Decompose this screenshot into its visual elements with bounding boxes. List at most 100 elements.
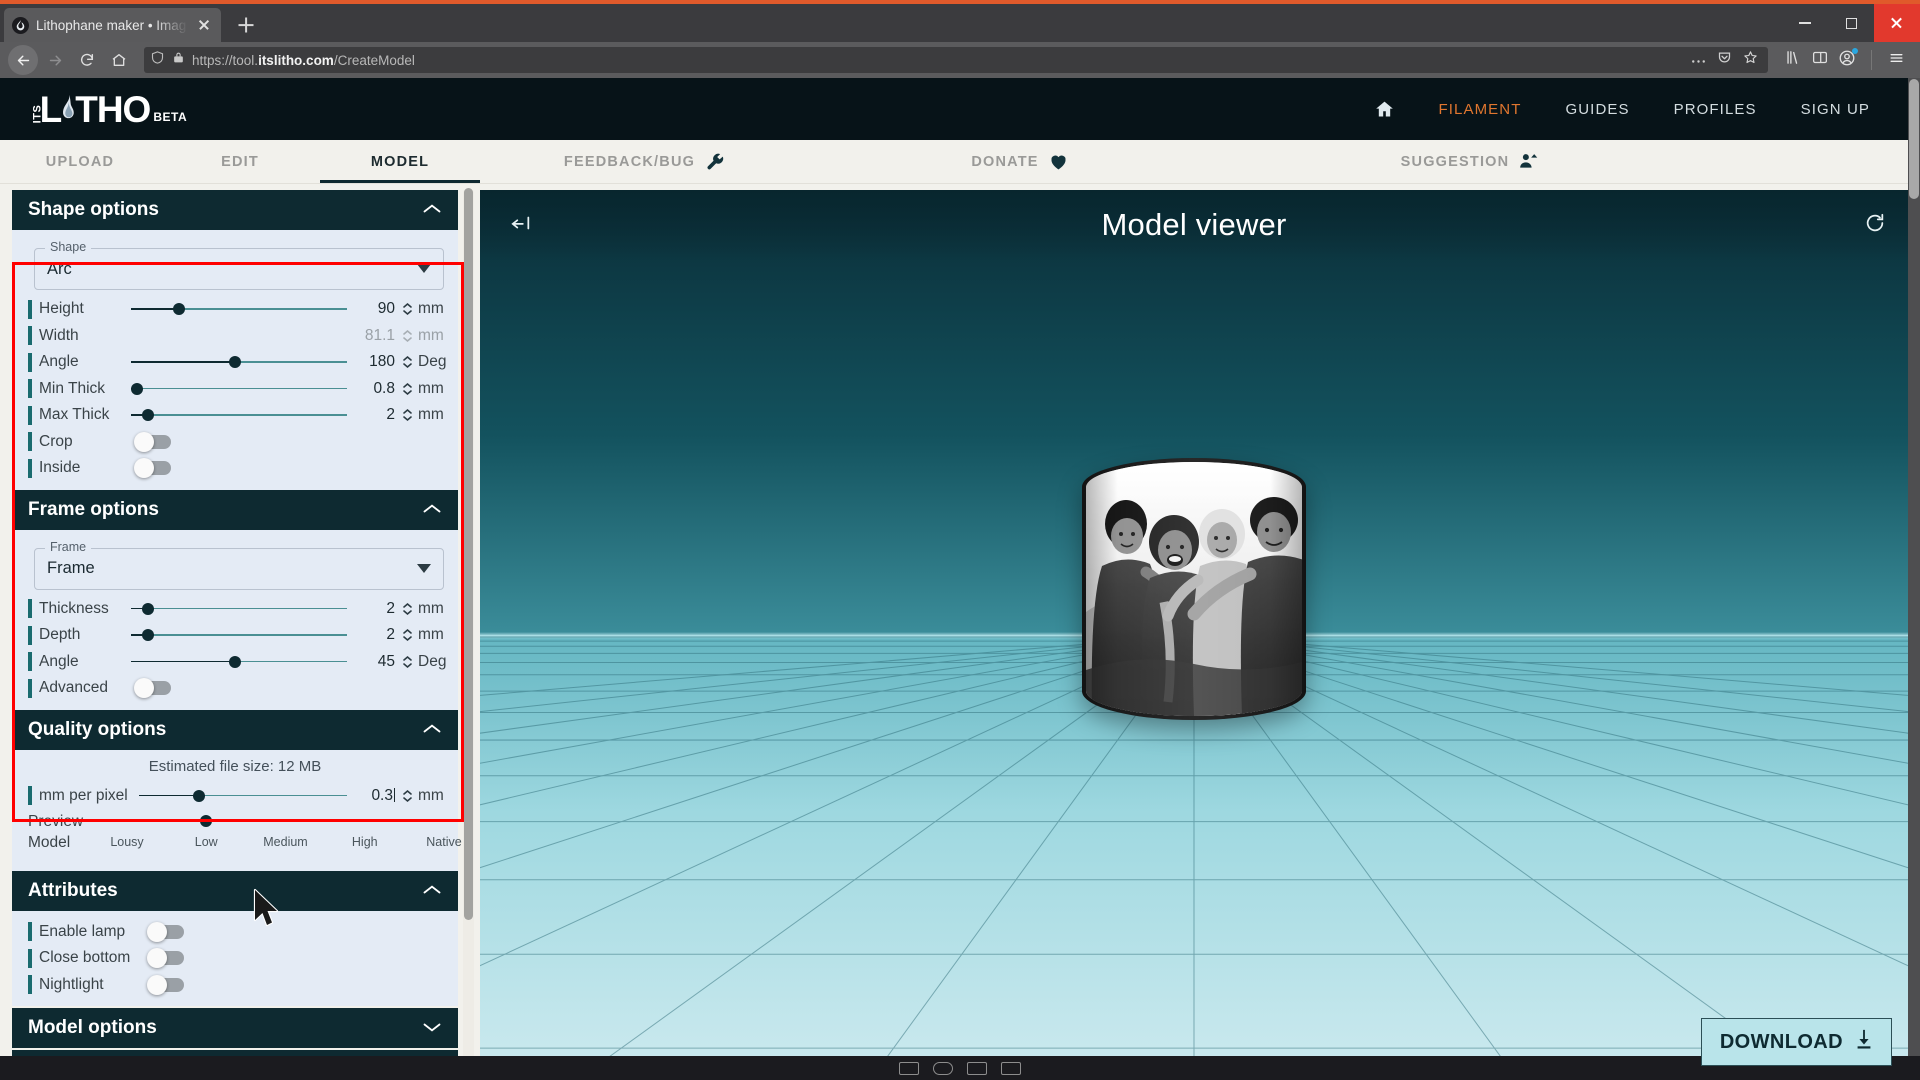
minimize-button[interactable] — [1782, 4, 1828, 42]
browser-tab[interactable]: Lithophane maker • Imag — [4, 8, 221, 42]
chevron-up-icon[interactable] — [422, 880, 442, 902]
star-icon[interactable] — [1743, 50, 1758, 70]
reload-icon[interactable] — [72, 45, 102, 75]
address-bar[interactable]: https://tool.itslitho.com/CreateModel — [144, 47, 1768, 73]
stepper-thickness[interactable] — [400, 600, 415, 618]
taskbar-window-icon[interactable] — [933, 1061, 953, 1075]
panel-model-options-header[interactable]: Model options — [12, 1008, 458, 1048]
taskbar-window-icon[interactable] — [899, 1061, 919, 1075]
window-close-button[interactable] — [1874, 4, 1920, 42]
fit-to-view-icon[interactable] — [510, 212, 532, 239]
slider-min-thick[interactable] — [131, 379, 347, 399]
tab-edit-label: EDIT — [221, 153, 259, 170]
page-scrollbar-thumb[interactable] — [1909, 79, 1919, 199]
shield-icon[interactable] — [150, 50, 165, 70]
nav-link-signup[interactable]: SIGN UP — [1779, 101, 1892, 118]
slider-value-depth[interactable]: 2 — [351, 626, 395, 644]
toggle-enable-lamp[interactable] — [147, 921, 184, 942]
toggle-nightlight[interactable] — [147, 974, 184, 995]
stepper-angle[interactable] — [400, 353, 415, 371]
toggle-row-crop: Crop — [22, 429, 448, 456]
chevron-up-icon[interactable] — [422, 499, 442, 521]
row-tick — [28, 405, 32, 425]
toggle-close-bottom[interactable] — [147, 948, 184, 969]
tab-model[interactable]: MODEL — [320, 140, 480, 183]
account-icon[interactable] — [1838, 47, 1858, 72]
page-scrollbar[interactable] — [1908, 78, 1920, 1080]
slider-row-preview-model: Preview Model Lousy Low Medium High Nati… — [22, 811, 462, 863]
toggle-advanced[interactable] — [134, 678, 171, 699]
stepper-mm-per-pixel[interactable] — [400, 787, 415, 805]
home-icon[interactable] — [104, 45, 134, 75]
panel-frame-options-title: Frame options — [28, 498, 159, 520]
slider-value-height[interactable]: 90 — [351, 300, 395, 318]
slider-angle[interactable] — [131, 352, 347, 372]
os-taskbar — [0, 1056, 1920, 1080]
library-icon[interactable] — [1784, 49, 1802, 71]
taskbar-window-icon[interactable] — [1001, 1061, 1021, 1075]
slider-thickness[interactable] — [131, 599, 347, 619]
slider-value-min-thick[interactable]: 0.8 — [351, 380, 395, 398]
sidebar-icon[interactable] — [1811, 49, 1829, 71]
panel-frame-options-header[interactable]: Frame options — [12, 489, 458, 530]
nav-link-profiles[interactable]: PROFILES — [1652, 101, 1779, 118]
back-icon[interactable] — [8, 45, 38, 75]
sidebar-scrollbar-thumb[interactable] — [464, 188, 473, 921]
stepper-height[interactable] — [400, 300, 415, 318]
chevron-down-icon[interactable] — [422, 1017, 442, 1039]
toggle-inside[interactable] — [134, 458, 171, 479]
panel-quality-options-header[interactable]: Quality options — [12, 709, 458, 750]
stepper-frame-angle[interactable] — [400, 653, 415, 671]
row-tick — [28, 652, 32, 672]
sidebar-scrollbar[interactable] — [463, 188, 474, 1070]
slider-height[interactable] — [131, 299, 347, 319]
tab-feedback-bug[interactable]: FEEDBACK/BUG — [480, 140, 810, 183]
stepper-depth[interactable] — [400, 626, 415, 644]
maximize-button[interactable] — [1828, 4, 1874, 42]
slider-frame-angle[interactable] — [131, 652, 347, 672]
panel-shape-options-header[interactable]: Shape options — [12, 190, 458, 230]
ellipsis-icon[interactable] — [1691, 51, 1706, 69]
row-tick — [28, 379, 32, 399]
panel-quality-options-body: Estimated file size: 12 MB mm per pixel … — [12, 749, 462, 871]
stepper-min-thick[interactable] — [400, 380, 415, 398]
nav-link-guides[interactable]: GUIDES — [1543, 101, 1651, 118]
chevron-up-icon[interactable] — [422, 199, 442, 221]
tab-suggestion[interactable]: SUGGESTION — [1230, 140, 1710, 183]
chevron-up-icon[interactable] — [422, 719, 442, 741]
toggle-crop[interactable] — [134, 431, 171, 452]
frame-select[interactable]: Frame Frame — [34, 539, 444, 590]
slider-value-thickness[interactable]: 2 — [351, 600, 395, 618]
pocket-icon[interactable] — [1717, 50, 1732, 70]
model-viewer[interactable]: Model viewer DOWNLOAD — [480, 190, 1908, 1080]
close-icon[interactable] — [195, 16, 213, 34]
refresh-icon[interactable] — [1864, 212, 1886, 239]
slider-value-angle[interactable]: 180 — [351, 353, 395, 371]
nav-link-filament[interactable]: FILAMENT — [1417, 101, 1544, 118]
chevron-down-icon[interactable] — [417, 260, 431, 278]
panel-attributes-header[interactable]: Attributes — [12, 870, 458, 911]
stepper-max-thick[interactable] — [400, 406, 415, 424]
menu-icon[interactable] — [1887, 50, 1912, 71]
forward-icon[interactable] — [40, 45, 70, 75]
slider-max-thick[interactable] — [131, 405, 347, 425]
tab-upload[interactable]: UPLOAD — [0, 140, 160, 183]
taskbar-window-icon[interactable] — [967, 1061, 987, 1075]
tab-donate[interactable]: DONATE — [810, 140, 1230, 183]
lithophane-model[interactable] — [1082, 458, 1306, 720]
download-button[interactable]: DOWNLOAD — [1700, 1018, 1892, 1066]
slider-value-mm-per-pixel[interactable]: 0.3 — [351, 787, 395, 805]
slider-depth[interactable] — [131, 625, 347, 645]
slider-value-frame-angle[interactable]: 45 — [351, 653, 395, 671]
shape-select[interactable]: Shape Arc — [34, 240, 444, 290]
slider-mm-per-pixel[interactable] — [139, 786, 347, 806]
nav-home-icon[interactable] — [1352, 99, 1417, 120]
chevron-down-icon[interactable] — [417, 560, 431, 578]
tab-edit[interactable]: EDIT — [160, 140, 320, 183]
new-tab-button[interactable] — [231, 10, 261, 40]
site-logo[interactable]: ITS L THO BETA — [28, 91, 187, 128]
slider-value-max-thick[interactable]: 2 — [351, 406, 395, 424]
quality-tick-medium: Medium — [263, 834, 308, 849]
slider-preview-quality[interactable]: Lousy Low Medium High Native — [110, 811, 462, 855]
toggle-row-inside: Inside — [22, 455, 448, 482]
